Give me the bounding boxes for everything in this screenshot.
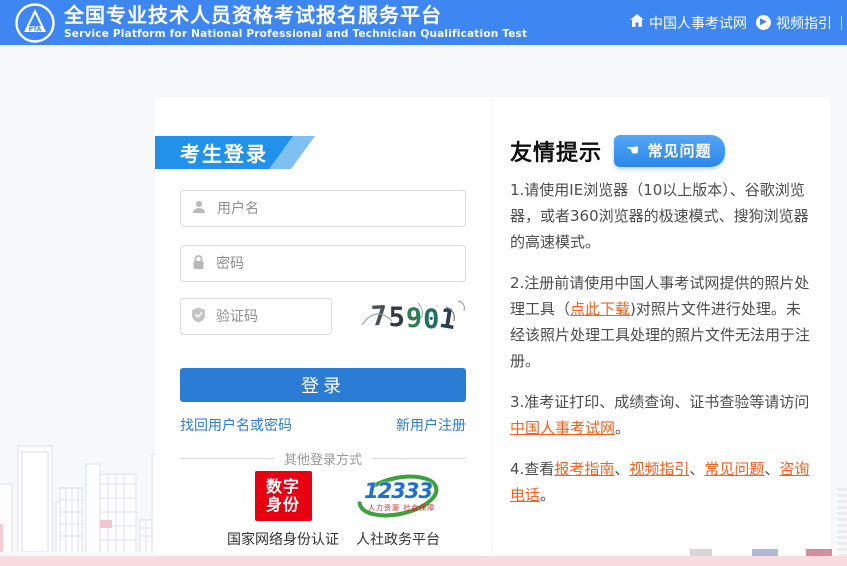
tip-text: 1.请使用IE浏览器（10以上版本）、谷歌浏览器，或者360浏览器的极速模式、搜… <box>510 181 809 251</box>
login-panel-ribbon: 考生登录 <box>155 136 315 169</box>
password-input[interactable] <box>214 255 455 273</box>
username-input[interactable] <box>215 200 455 218</box>
svg-text:PTA: PTA <box>29 26 42 33</box>
tip-text: 、 <box>689 460 704 478</box>
hr12333-number: 12333 <box>364 479 432 503</box>
tip-link[interactable]: 视频指引 <box>629 460 689 478</box>
tip-text: 4.查看 <box>510 460 554 478</box>
login-panel-title: 考生登录 <box>155 136 293 169</box>
tip-item: 1.请使用IE浏览器（10以上版本）、谷歌浏览器，或者360浏览器的极速模式、搜… <box>510 177 815 255</box>
nav-cpta-site-link[interactable]: 中国人事考试网 <box>630 13 747 33</box>
tip-link[interactable]: 点此下载 <box>570 300 630 318</box>
digital-id-icon[interactable]: 数字身份 <box>255 471 312 521</box>
tip-text: 。 <box>615 419 630 437</box>
lock-icon <box>191 254 206 274</box>
register-link[interactable]: 新用户注册 <box>396 415 466 435</box>
other-login-label: 其他登录方式 <box>284 449 362 468</box>
tips-header: 友情提示 ☚ 常见问题 <box>510 135 725 167</box>
city-skyline <box>0 424 165 556</box>
tip-item: 2.注册前请使用中国人事考试网提供的照片处理工具（点此下载)对照片文件进行处理。… <box>510 270 815 374</box>
site-subtitle: Service Platform for National Profession… <box>64 28 527 40</box>
login-links: 找回用户名或密码 新用户注册 <box>180 415 466 435</box>
forgot-credentials-link[interactable]: 找回用户名或密码 <box>180 415 292 435</box>
hr12333-label: 人社政务平台 <box>343 529 453 549</box>
pointing-hand-icon: ☚ <box>626 143 640 158</box>
tip-item: 3.准考证打印、成绩查询、证书查验等请访问中国人事考试网。 <box>510 389 815 441</box>
play-icon: ▶ <box>756 15 771 30</box>
tips-list: 1.请使用IE浏览器（10以上版本）、谷歌浏览器，或者360浏览器的极速模式、搜… <box>510 177 815 523</box>
digital-id-login[interactable]: 数字身份 国家网络身份认证 <box>223 471 343 549</box>
tips-title: 友情提示 <box>510 135 602 167</box>
captcha-field[interactable] <box>180 298 332 335</box>
tips-panel: 友情提示 ☚ 常见问题 1.请使用IE浏览器（10以上版本）、谷歌浏览器，或者3… <box>493 97 830 556</box>
login-panel: 考生登录 75901 <box>155 97 491 556</box>
header: PTA 全国专业技术人员资格考试报名服务平台 Service Platform … <box>0 0 847 45</box>
hr12333-icon[interactable]: 12333 人力资源 社会保障 <box>356 471 440 521</box>
other-login-divider: 其他登录方式 <box>180 449 466 468</box>
tip-link[interactable]: 常见问题 <box>704 460 764 478</box>
header-nav: 中国人事考试网 ▶ 视频指引 ? 常见问题 <box>630 0 847 45</box>
tip-text: 、 <box>614 460 629 478</box>
captcha-noise <box>358 295 470 337</box>
captcha-image[interactable]: 75901 <box>358 295 470 337</box>
nav-video-guide-link[interactable]: ▶ 视频指引 <box>756 13 832 33</box>
hr12333-login[interactable]: 12333 人力资源 社会保障 人社政务平台 <box>343 471 453 549</box>
user-icon <box>191 199 207 219</box>
footer-strip <box>0 556 847 566</box>
page-edge-fragment <box>838 488 847 556</box>
shield-icon <box>191 307 206 327</box>
password-field[interactable] <box>180 245 466 282</box>
username-field[interactable] <box>180 190 466 227</box>
login-methods: 数字身份 国家网络身份认证 12333 人力资源 社会保障 人社政务平台 <box>155 471 491 551</box>
tip-text: 3.准考证打印、成绩查询、证书查验等请访问 <box>510 393 809 411</box>
footer-badge-fragment <box>690 549 712 556</box>
tip-item: 4.查看报考指南、视频指引、常见问题、咨询电话。 <box>510 456 815 508</box>
tip-text: 。 <box>540 486 555 504</box>
nav-separator <box>841 16 842 30</box>
faq-button[interactable]: ☚ 常见问题 <box>614 135 725 167</box>
footer-badge-fragment <box>752 549 778 556</box>
tip-text: 、 <box>764 460 779 478</box>
login-button[interactable]: 登录 <box>180 368 466 402</box>
home-icon <box>630 14 644 31</box>
site-title: 全国专业技术人员资格考试报名服务平台 <box>64 3 442 27</box>
cpta-logo-icon: PTA <box>14 2 56 44</box>
tip-link[interactable]: 报考指南 <box>554 460 614 478</box>
hr12333-subtext: 人力资源 社会保障 <box>368 503 435 513</box>
digital-id-label: 国家网络身份认证 <box>223 529 343 549</box>
page: PTA 全国专业技术人员资格考试报名服务平台 Service Platform … <box>0 0 847 566</box>
tip-link[interactable]: 中国人事考试网 <box>510 419 615 437</box>
footer-badge-fragment <box>806 549 832 556</box>
